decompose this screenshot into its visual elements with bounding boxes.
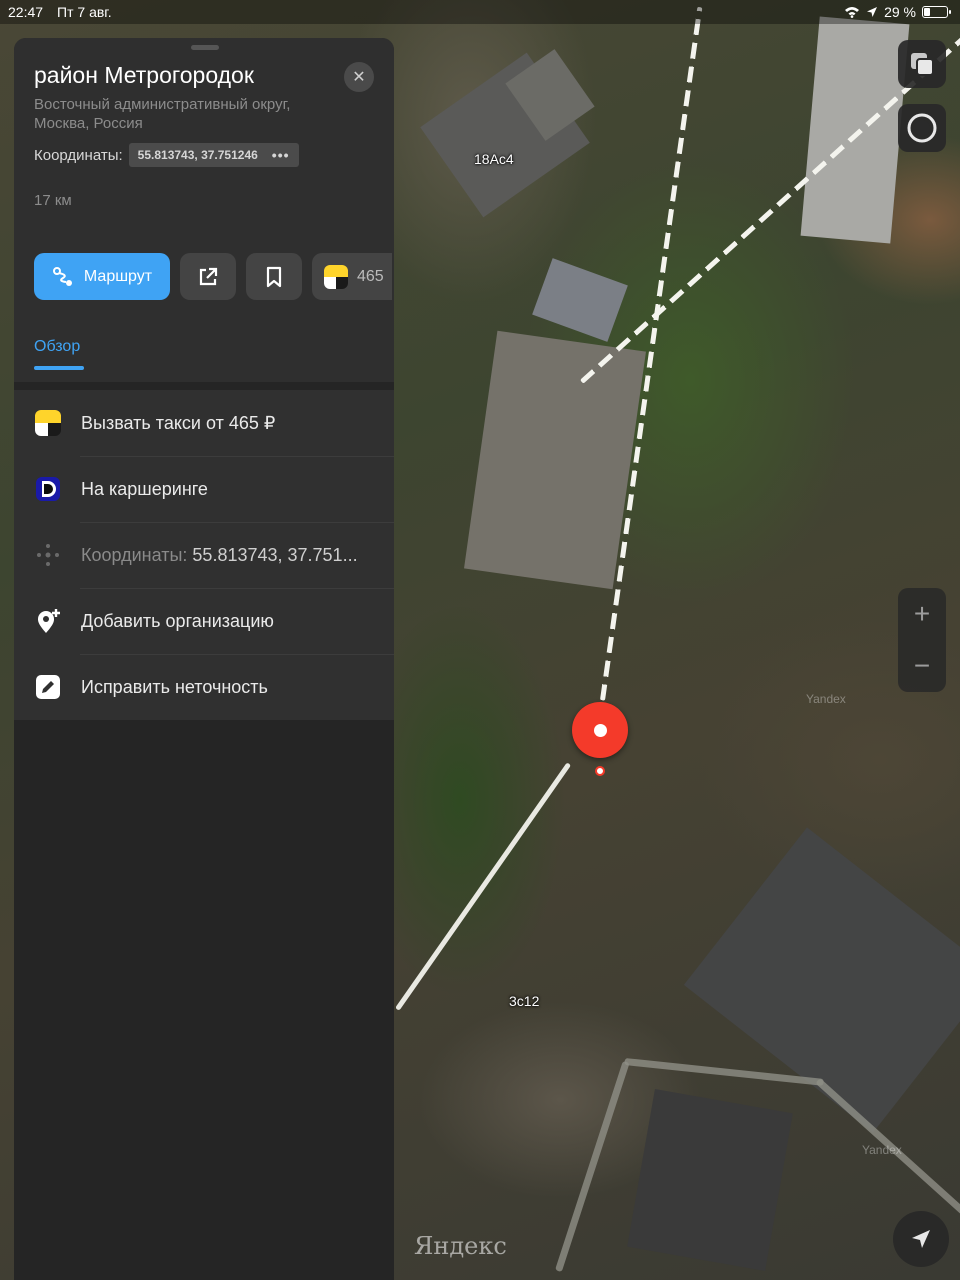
pin-dot	[593, 723, 607, 737]
road	[395, 762, 572, 1011]
layers-button[interactable]	[898, 40, 946, 88]
share-icon	[199, 267, 218, 285]
list-item-label: Координаты: 55.813743, 37.751...	[81, 545, 376, 566]
building	[464, 330, 646, 590]
list-item-label: На каршеринге	[81, 478, 208, 499]
coordinates-value: 55.813743, 37.751246	[137, 148, 258, 162]
yandex-go-icon	[34, 409, 62, 437]
drag-handle[interactable]	[191, 45, 219, 50]
list-item-label: Добавить организацию	[81, 610, 274, 631]
tab-indicator	[34, 366, 84, 370]
action-buttons: Маршрут 465	[34, 253, 392, 300]
battery-icon	[922, 6, 951, 18]
actions-list: Вызвать такси от 465 ₽ На каршеринге Коо…	[14, 390, 394, 720]
battery-percent: 29 %	[884, 4, 916, 20]
location-pin[interactable]	[572, 702, 628, 758]
taxi-price: 465	[357, 267, 384, 285]
share-button[interactable]	[180, 253, 236, 300]
building	[627, 1089, 793, 1271]
list-item-add-organization[interactable]: Добавить организацию	[14, 588, 394, 654]
taxi-button[interactable]: 465	[312, 253, 392, 300]
building-label: 18Ас4	[474, 151, 514, 167]
place-title: район Метрогородок	[34, 62, 254, 88]
alice-button[interactable]	[898, 104, 946, 152]
zoom-control: + −	[898, 588, 946, 692]
list-item-coordinates[interactable]: Координаты: 55.813743, 37.751...	[14, 522, 394, 588]
distance: 17 км	[34, 192, 72, 209]
more-icon: •••	[271, 147, 290, 163]
wifi-icon	[845, 7, 860, 18]
layers-icon	[911, 53, 934, 76]
place-address: Восточный административный округ, Москва…	[34, 96, 291, 132]
tab-overview[interactable]: Обзор	[34, 338, 80, 356]
map-watermark: Yandex	[862, 1143, 902, 1157]
list-item-carsharing[interactable]: На каршеринге	[14, 456, 394, 522]
map-watermark: Yandex	[806, 692, 846, 706]
coordinates-chip[interactable]: 55.813743, 37.751246 •••	[128, 143, 299, 167]
route-label: Маршрут	[83, 267, 153, 285]
building	[532, 258, 628, 342]
coordinates-value: 55.813743, 37.751...	[192, 544, 358, 565]
coordinates-label: Координаты:	[34, 146, 123, 164]
route-icon	[52, 266, 72, 286]
coordinates-icon	[34, 541, 62, 569]
yandex-logo: Яндекс	[414, 1232, 507, 1260]
list-item-label: Исправить неточность	[81, 676, 268, 697]
close-icon: ✕	[352, 69, 366, 86]
coordinates-label: Координаты:	[81, 544, 188, 565]
pin-anchor	[595, 766, 605, 776]
route-button[interactable]: Маршрут	[34, 253, 170, 300]
yandex-go-icon	[324, 264, 348, 289]
add-place-icon	[34, 607, 62, 635]
list-item-taxi[interactable]: Вызвать такси от 465 ₽	[14, 390, 394, 456]
clock: 22:47	[8, 4, 44, 20]
place-card: район Метрогородок ✕ Восточный администр…	[14, 38, 394, 1280]
zoom-in-button[interactable]: +	[898, 592, 946, 636]
list-item-fix-error[interactable]: Исправить неточность	[14, 654, 394, 720]
navigation-arrow-icon	[912, 1230, 930, 1248]
zoom-out-button[interactable]: −	[898, 644, 946, 688]
bookmark-button[interactable]	[246, 253, 302, 300]
status-bar: 22:47 Пт 7 авг. 29 %	[0, 0, 960, 24]
edit-icon	[34, 673, 62, 701]
location-services-icon	[867, 7, 878, 17]
battery-fill	[924, 8, 931, 16]
building	[800, 16, 910, 244]
close-button[interactable]: ✕	[344, 62, 374, 92]
my-location-button[interactable]	[893, 1211, 949, 1267]
building-label: 3с12	[509, 993, 540, 1009]
bookmark-icon	[266, 266, 282, 287]
yandex-drive-icon	[34, 475, 62, 503]
list-item-label: Вызвать такси от 465 ₽	[81, 412, 276, 433]
alice-icon	[907, 113, 937, 143]
status-indicators: 29 %	[844, 4, 951, 20]
coordinates-row: Координаты: 55.813743, 37.751246 •••	[34, 143, 299, 167]
date: Пт 7 авг.	[57, 4, 112, 20]
place-card-header: район Метрогородок ✕ Восточный администр…	[14, 38, 394, 382]
path	[555, 1060, 630, 1273]
